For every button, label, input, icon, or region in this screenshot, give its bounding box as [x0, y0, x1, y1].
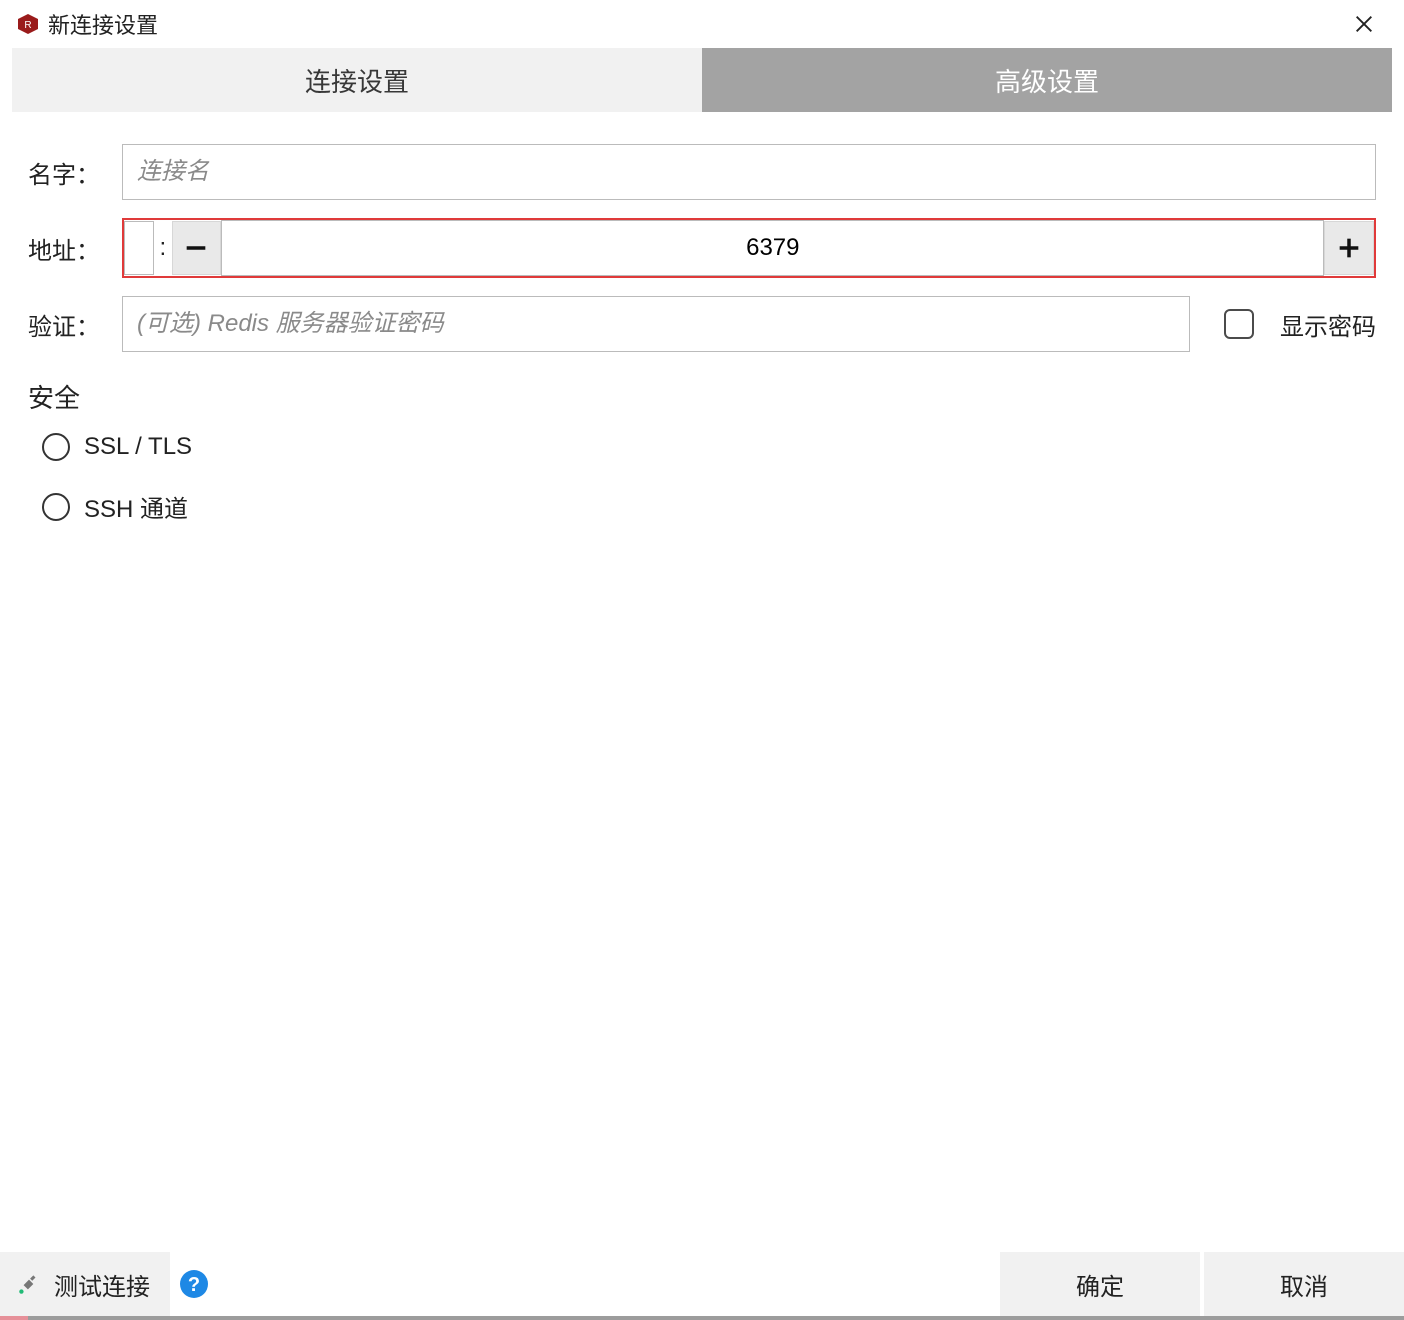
radio-icon: [42, 493, 70, 521]
ok-button[interactable]: 确定: [1000, 1252, 1200, 1316]
form-area: 名字： 地址： : 验证： 显示密码 安全 SSL / TLS SSH: [0, 112, 1404, 524]
tab-connection-settings[interactable]: 连接设置: [12, 48, 702, 112]
name-row: 名字：: [28, 144, 1376, 200]
test-connection-button[interactable]: 测试连接: [0, 1252, 170, 1316]
name-input[interactable]: [122, 144, 1376, 200]
tab-label: 高级设置: [995, 62, 1099, 99]
port-decrement-button[interactable]: [172, 221, 222, 275]
ok-label: 确定: [1076, 1267, 1124, 1302]
tab-advanced-settings[interactable]: 高级设置: [702, 48, 1392, 112]
bottom-bar: 测试连接 ? 确定 取消: [0, 1252, 1404, 1316]
host-port-separator: :: [154, 234, 172, 262]
ssh-tunnel-label: SSH 通道: [84, 489, 188, 524]
app-icon: R: [16, 12, 40, 36]
ssh-tunnel-option[interactable]: SSH 通道: [42, 489, 1376, 524]
tabs: 连接设置 高级设置: [0, 48, 1404, 112]
radio-icon: [42, 433, 70, 461]
cancel-button[interactable]: 取消: [1204, 1252, 1404, 1316]
port-input[interactable]: [221, 220, 1324, 276]
auth-input[interactable]: [122, 296, 1190, 352]
auth-row: 验证： 显示密码: [28, 296, 1376, 352]
tab-label: 连接设置: [305, 62, 409, 99]
address-label: 地址：: [28, 231, 106, 266]
address-row: 地址： :: [28, 218, 1376, 278]
svg-text:R: R: [24, 20, 31, 31]
show-password-checkbox[interactable]: [1224, 309, 1254, 339]
help-icon[interactable]: ?: [178, 1268, 210, 1300]
security-heading: 安全: [28, 378, 1376, 415]
address-highlight-box: :: [122, 218, 1376, 278]
show-password-label[interactable]: 显示密码: [1280, 307, 1376, 342]
ssl-tls-label: SSL / TLS: [84, 433, 192, 461]
window-title: 新连接设置: [48, 8, 158, 40]
window-edge-accent: [0, 1316, 1404, 1320]
svg-text:?: ?: [188, 1274, 200, 1296]
plug-icon: [16, 1271, 42, 1297]
port-increment-button[interactable]: [1324, 221, 1374, 275]
name-label: 名字：: [28, 155, 106, 190]
auth-label: 验证：: [28, 307, 106, 342]
test-connection-label: 测试连接: [54, 1267, 150, 1302]
ssl-tls-option[interactable]: SSL / TLS: [42, 433, 1376, 461]
cancel-label: 取消: [1280, 1267, 1328, 1302]
close-button[interactable]: [1340, 0, 1388, 48]
host-input[interactable]: [124, 221, 154, 275]
titlebar: R 新连接设置: [0, 0, 1404, 48]
